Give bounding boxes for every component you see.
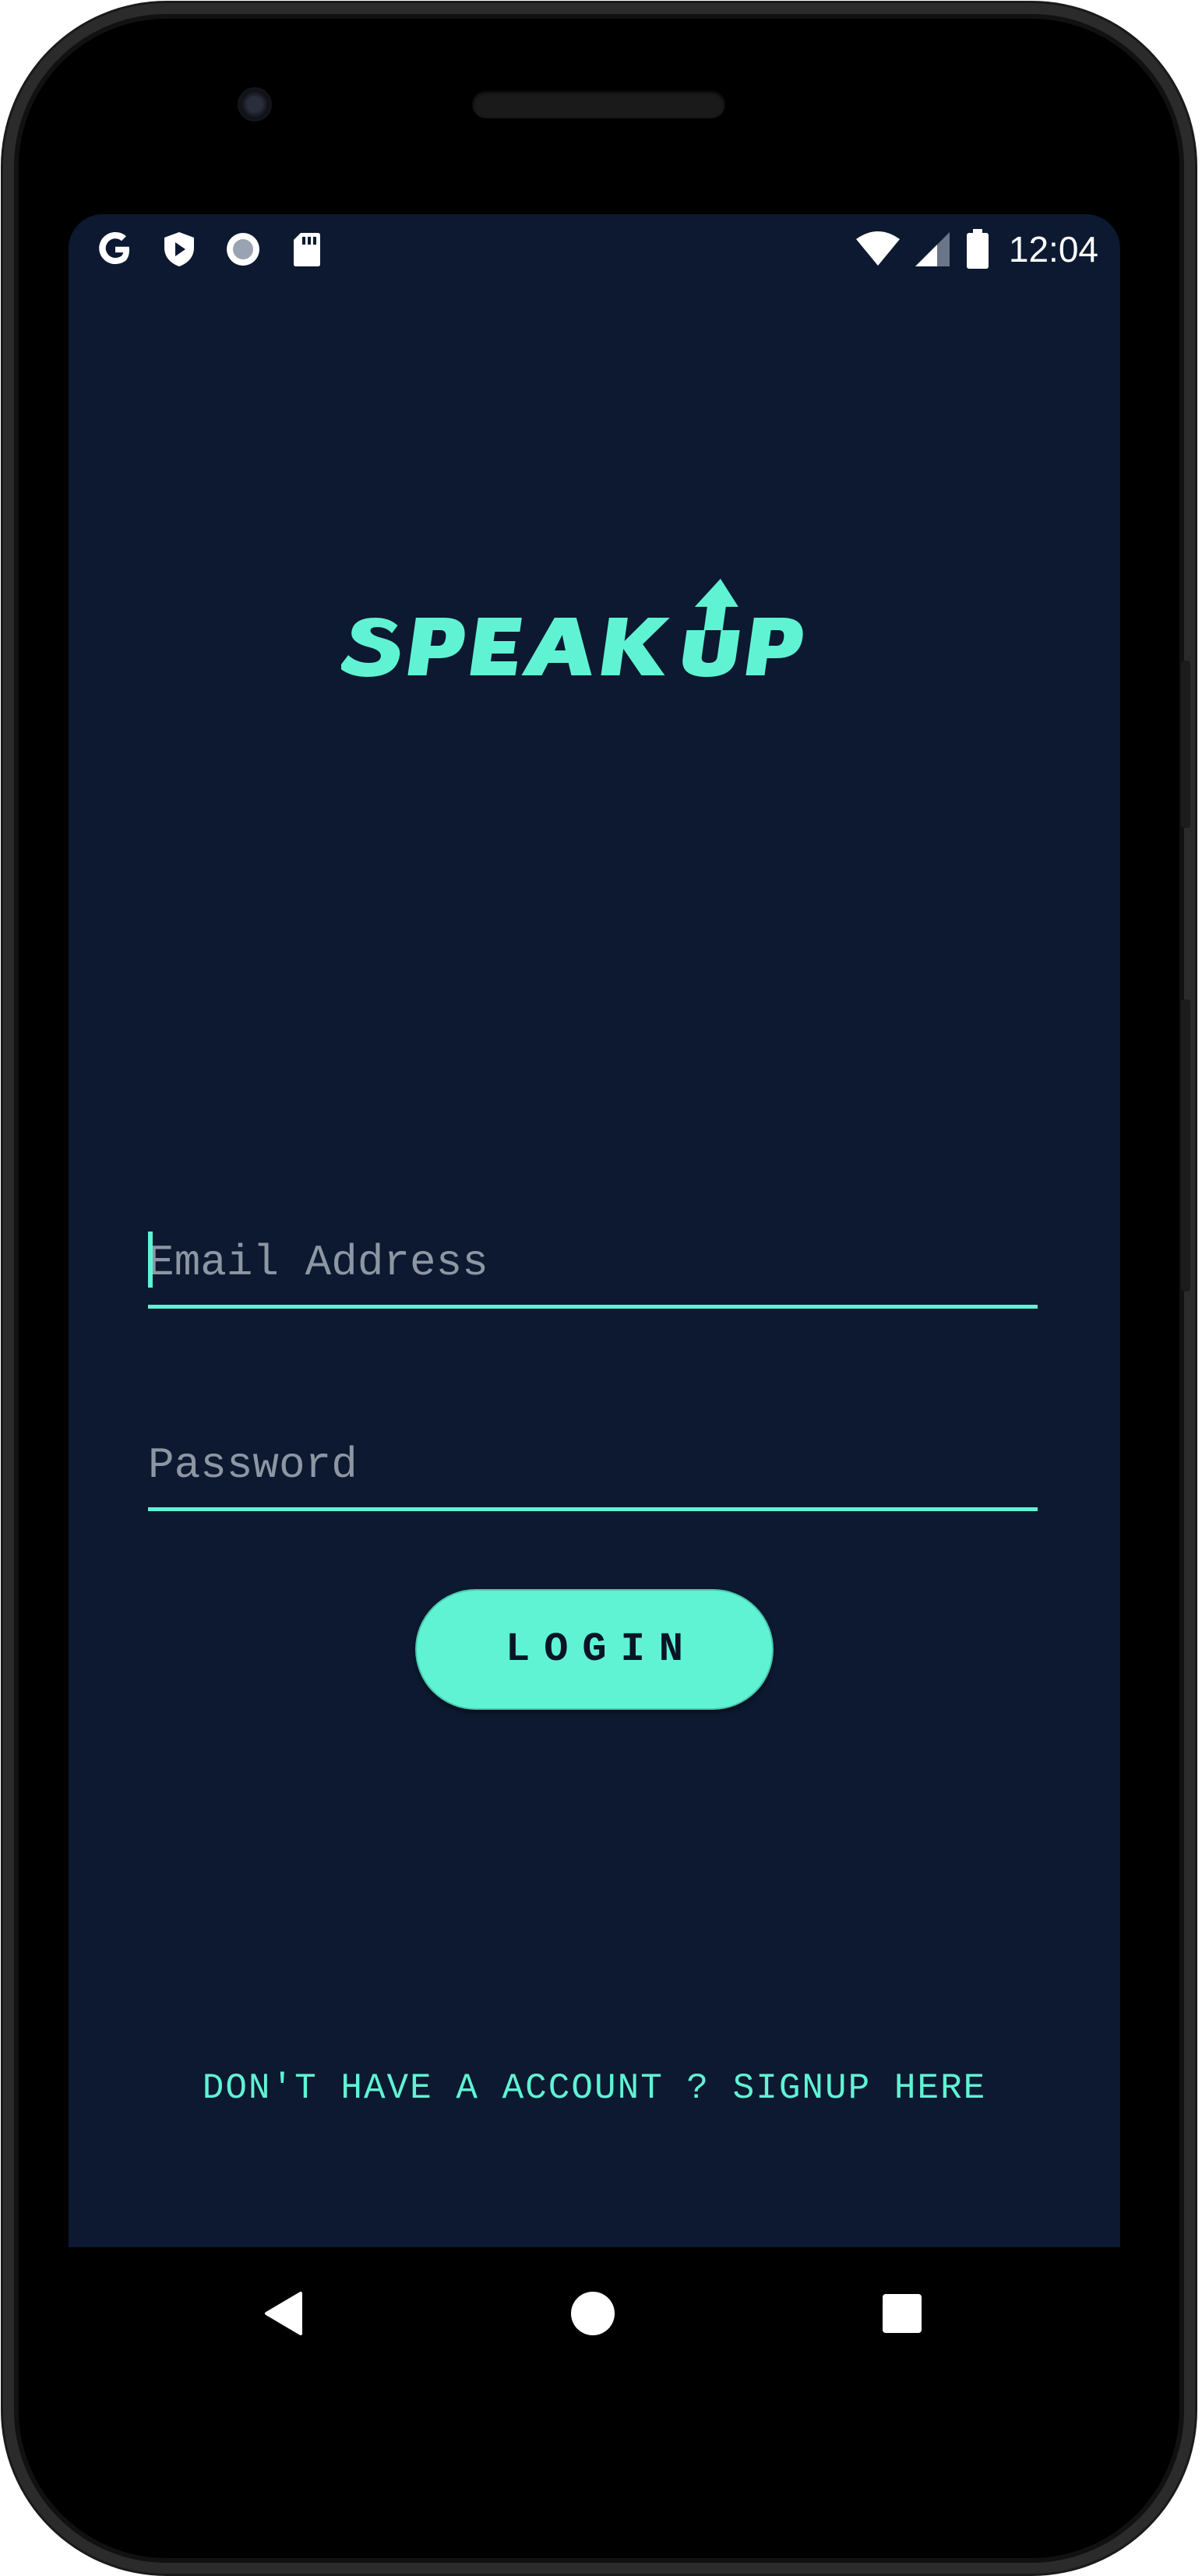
- wifi-icon: [855, 229, 901, 270]
- front-camera: [238, 87, 272, 122]
- app-screen: 12:04 Email Address LOGIN DON'T HAVE A A…: [69, 214, 1120, 2247]
- signup-link[interactable]: DON'T HAVE A ACCOUNT ? SIGNUP HERE: [69, 2068, 1120, 2109]
- email-field-container: [148, 1223, 1038, 1309]
- cellular-signal-icon: [912, 229, 953, 270]
- home-icon[interactable]: [566, 2286, 620, 2341]
- volume-button: [1181, 999, 1190, 1292]
- email-input[interactable]: [148, 1232, 1038, 1294]
- password-field-container: [148, 1425, 1038, 1511]
- speak-up-logo: [338, 573, 855, 689]
- battery-icon: [964, 229, 992, 270]
- password-input[interactable]: [148, 1434, 1038, 1496]
- status-system-icons: 12:04: [855, 225, 1098, 273]
- status-clock: 12:04: [1008, 229, 1098, 270]
- sd-card-icon: [287, 229, 327, 270]
- status-bar: 12:04: [69, 214, 1120, 284]
- back-icon[interactable]: [256, 2286, 310, 2341]
- play-protect-icon: [159, 229, 199, 270]
- power-button: [1181, 661, 1190, 828]
- earpiece-speaker: [472, 90, 725, 118]
- login-button[interactable]: LOGIN: [415, 1589, 774, 1710]
- navigation-bar: [69, 2247, 1120, 2380]
- text-cursor: [148, 1232, 153, 1288]
- recents-icon[interactable]: [875, 2286, 929, 2341]
- record-icon: [223, 229, 263, 270]
- google-icon: [95, 229, 136, 270]
- status-notification-icons: [95, 225, 327, 273]
